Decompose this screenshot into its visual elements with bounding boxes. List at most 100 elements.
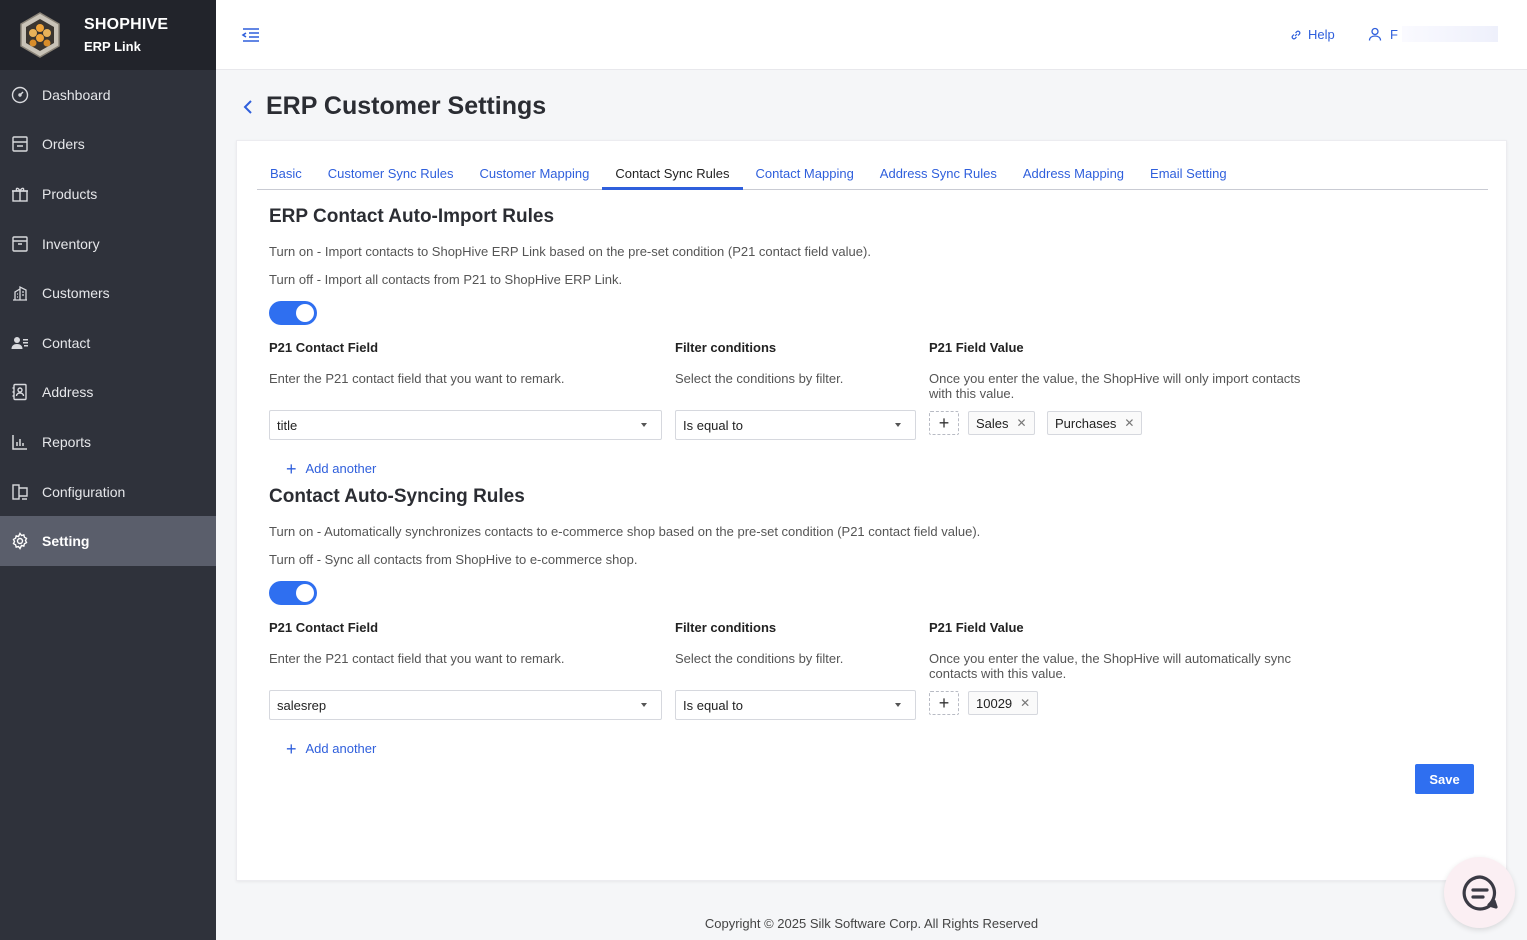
gear-icon: [10, 531, 30, 551]
add-another-label: Add another: [305, 741, 377, 756]
sidebar-item-label: Inventory: [42, 235, 100, 252]
import-add-another-button[interactable]: + Add another: [286, 460, 377, 478]
sync-filter-select[interactable]: Is equal to: [675, 690, 916, 720]
brand-subtitle: ERP Link: [84, 39, 141, 54]
import-value-desc-line2: with this value.: [929, 386, 1015, 401]
link-icon: [1291, 30, 1301, 39]
caret-down-icon: [895, 423, 901, 427]
orders-icon: [10, 134, 30, 154]
building-icon: [10, 283, 30, 303]
close-icon[interactable]: ✕: [1020, 696, 1030, 710]
add-another-label: Add another: [305, 461, 377, 476]
plus-icon: +: [938, 692, 950, 713]
back-icon[interactable]: [243, 97, 259, 117]
close-icon[interactable]: ✕: [1124, 416, 1134, 430]
chat-widget-button[interactable]: [1444, 857, 1515, 928]
import-filter-desc: Select the conditions by filter.: [675, 371, 844, 386]
sidebar-item-label: Orders: [42, 136, 85, 153]
help-link[interactable]: Help: [1290, 27, 1335, 42]
import-turn-off-desc: Turn off - Import all contacts from P21 …: [269, 272, 623, 287]
import-value-heading: P21 Field Value: [929, 340, 1024, 355]
tab-email-setting[interactable]: Email Setting: [1137, 159, 1240, 190]
tag-label: 10029: [976, 695, 1013, 711]
sidebar-item-reports[interactable]: Reports: [0, 417, 216, 467]
gauge-icon: [10, 85, 30, 105]
sidebar-item-dashboard[interactable]: Dashboard: [0, 70, 216, 120]
sync-add-value-button[interactable]: +: [929, 691, 959, 715]
config-icon: [10, 482, 30, 502]
archive-icon: [10, 234, 30, 254]
plus-icon: +: [938, 412, 950, 433]
page-header: ERP Customer Settings: [243, 92, 546, 121]
save-button[interactable]: Save: [1415, 764, 1474, 794]
import-field-value: title: [277, 417, 298, 433]
sidebar-item-label: Configuration: [42, 483, 126, 500]
menu-collapse-icon[interactable]: [241, 25, 261, 45]
tab-contact-sync-rules[interactable]: Contact Sync Rules: [602, 159, 743, 190]
sidebar-item-label: Contact: [42, 334, 91, 351]
brand-name: SHOPHIVE: [84, 16, 169, 33]
sidebar-item-setting[interactable]: Setting: [0, 516, 216, 566]
sidebar-item-label: Setting: [42, 533, 90, 550]
close-icon[interactable]: ✕: [1017, 416, 1027, 430]
import-rules-title: ERP Contact Auto-Import Rules: [269, 206, 555, 227]
sync-add-another-button[interactable]: + Add another: [286, 738, 377, 759]
user-icon: [1368, 27, 1382, 41]
sync-filter-value: Is equal to: [683, 697, 743, 713]
import-add-value-button[interactable]: +: [929, 411, 959, 435]
tab-contact-mapping[interactable]: Contact Mapping: [743, 159, 867, 190]
sync-field-desc: Enter the P21 contact field that you wan…: [269, 651, 565, 666]
sync-field-select[interactable]: salesrep: [269, 690, 662, 720]
brand-header: SHOPHIVE ERP Link: [0, 0, 216, 70]
address-book-icon: [10, 382, 30, 402]
sidebar-item-label: Reports: [42, 433, 92, 450]
tab-address-mapping[interactable]: Address Mapping: [1010, 159, 1137, 190]
bar-chart-icon: [10, 432, 30, 452]
sidebar-item-orders[interactable]: Orders: [0, 120, 216, 170]
topbar: Help F: [216, 0, 1527, 70]
sidebar-item-customers[interactable]: Customers: [0, 268, 216, 318]
toggle-knob: [296, 584, 314, 602]
toggle-knob: [296, 304, 314, 322]
sidebar-item-products[interactable]: Products: [0, 169, 216, 219]
sidebar-item-address[interactable]: Address: [0, 368, 216, 418]
tag-label: Purchases: [1055, 415, 1117, 431]
sidebar-item-label: Dashboard: [42, 86, 111, 103]
sync-field-value: salesrep: [277, 697, 327, 713]
import-field-select[interactable]: title: [269, 410, 662, 440]
sidebar-item-label: Customers: [42, 285, 110, 302]
user-menu[interactable]: F: [1368, 26, 1498, 42]
import-filter-select[interactable]: Is equal to: [675, 410, 916, 440]
contact-icon: [10, 333, 30, 353]
import-filter-value: Is equal to: [683, 417, 743, 433]
import-value-tag: Purchases ✕: [1047, 411, 1143, 435]
sync-value-heading: P21 Field Value: [929, 620, 1024, 635]
import-field-desc: Enter the P21 contact field that you wan…: [269, 371, 565, 386]
sync-rules-title: Contact Auto-Syncing Rules: [269, 486, 525, 507]
sidebar-item-inventory[interactable]: Inventory: [0, 219, 216, 269]
shophive-logo-icon: [20, 12, 60, 58]
help-label: Help: [1308, 27, 1335, 42]
tab-customer-sync-rules[interactable]: Customer Sync Rules: [315, 159, 467, 190]
sync-value-tag: 10029 ✕: [968, 691, 1039, 715]
sync-filter-desc: Select the conditions by filter.: [675, 651, 844, 666]
sidebar-item-configuration[interactable]: Configuration: [0, 467, 216, 517]
sync-rules-toggle[interactable]: [269, 581, 317, 605]
sync-filter-heading: Filter conditions: [675, 620, 777, 635]
import-rules-toggle[interactable]: [269, 301, 317, 325]
user-initial: F: [1390, 26, 1398, 42]
tab-address-sync-rules[interactable]: Address Sync Rules: [867, 159, 1010, 190]
tab-customer-mapping[interactable]: Customer Mapping: [467, 159, 603, 190]
caret-down-icon: [641, 703, 647, 707]
tab-basic[interactable]: Basic: [257, 159, 315, 190]
sidebar-item-contact[interactable]: Contact: [0, 318, 216, 368]
sync-turn-on-desc: Turn on - Automatically synchronizes con…: [269, 524, 981, 539]
tab-bar: Basic Customer Sync Rules Customer Mappi…: [257, 159, 1488, 190]
sync-value-desc-line1: Once you enter the value, the ShopHive w…: [929, 651, 1292, 666]
import-value-desc: Once you enter the value, the ShopHive w…: [929, 371, 1300, 401]
import-value-desc-line1: Once you enter the value, the ShopHive w…: [929, 371, 1301, 386]
caret-down-icon: [895, 703, 901, 707]
plus-icon: +: [286, 738, 297, 759]
chat-icon: [1462, 874, 1498, 911]
sync-value-desc: Once you enter the value, the ShopHive w…: [929, 651, 1291, 681]
